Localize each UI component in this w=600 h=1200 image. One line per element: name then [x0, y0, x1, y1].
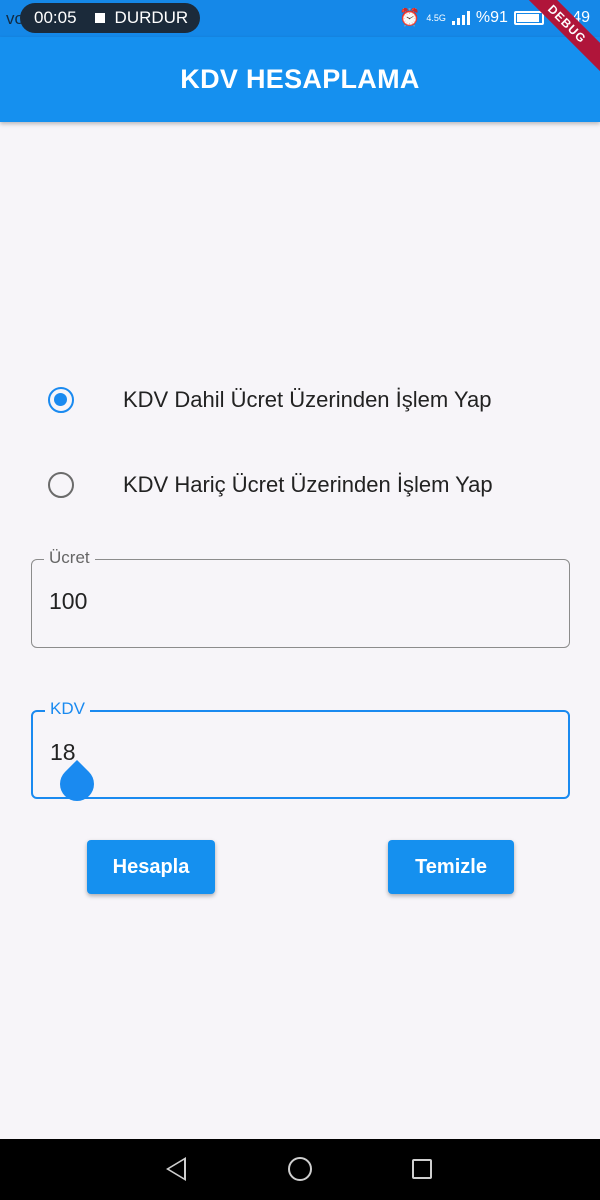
network-type: 4.5G [426, 12, 446, 23]
vat-field-label: KDV [45, 699, 90, 719]
stop-recording-label: DURDUR [114, 8, 189, 27]
text-cursor-handle[interactable] [52, 759, 102, 809]
price-field-label: Ücret [44, 548, 95, 568]
calculate-button[interactable]: Hesapla [87, 840, 215, 894]
battery-percent: %91 [475, 9, 508, 26]
radio-label-vat-excluded: KDV Hariç Ücret Üzerinden İşlem Yap [123, 472, 493, 497]
stop-icon [94, 13, 105, 23]
recent-apps-icon[interactable] [412, 1159, 432, 1179]
radio-label-vat-included: KDV Dahil Ücret Üzerinden İşlem Yap [123, 387, 492, 412]
battery-icon [513, 11, 544, 25]
app-bar: KDV HESAPLAMA [0, 37, 600, 122]
back-icon[interactable] [166, 1157, 186, 1181]
price-field[interactable]: Ücret 100 [31, 548, 570, 648]
radio-option-vat-excluded[interactable]: KDV Hariç Ücret Üzerinden İşlem Yap [48, 472, 493, 498]
radio-option-vat-included[interactable]: KDV Dahil Ücret Üzerinden İşlem Yap [48, 387, 491, 413]
screen-record-pill[interactable]: 00:05 DURDUR [20, 3, 200, 33]
price-field-value[interactable]: 100 [49, 588, 87, 615]
navigation-bar [0, 1139, 600, 1200]
home-icon[interactable] [288, 1157, 312, 1181]
alarm-icon: ⏰ [399, 8, 421, 27]
clear-button[interactable]: Temizle [388, 840, 514, 894]
radio-button-checked[interactable] [48, 387, 74, 413]
vat-field[interactable]: KDV 18 [31, 699, 570, 809]
vat-field-value[interactable]: 18 [50, 739, 76, 766]
radio-button-unchecked[interactable] [48, 472, 74, 498]
recording-time: 00:05 [34, 8, 77, 27]
page-title: KDV HESAPLAMA [180, 64, 420, 94]
signal-icon [451, 11, 470, 25]
status-bar: vo 00:05 DURDUR ⏰ 4.5G %91 01:49 [0, 0, 600, 37]
